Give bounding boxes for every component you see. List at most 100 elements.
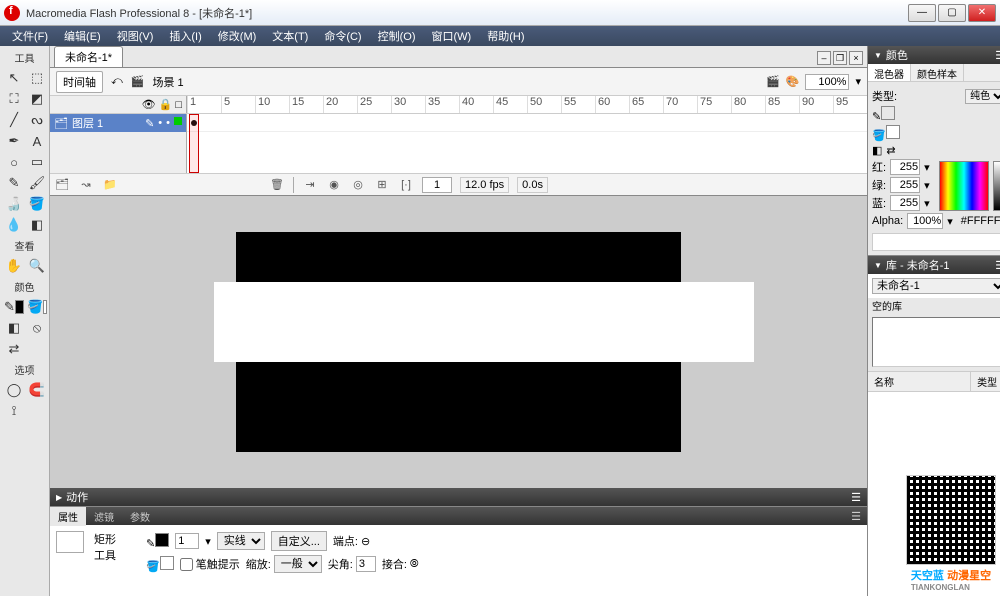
close-button[interactable]: ✕ bbox=[968, 4, 996, 22]
menu-text[interactable]: 文本(T) bbox=[264, 26, 316, 46]
menu-commands[interactable]: 命令(C) bbox=[316, 26, 369, 46]
paint-bucket-tool[interactable]: 🪣 bbox=[26, 194, 48, 214]
library-panel-header[interactable]: ▼库 - 未命名-1☰ bbox=[868, 256, 1000, 274]
menu-file[interactable]: 文件(F) bbox=[4, 26, 56, 46]
expand-icon[interactable]: ▶ bbox=[56, 493, 62, 502]
panel-options-icon[interactable]: ☰ bbox=[995, 259, 1000, 272]
alpha-input[interactable] bbox=[907, 213, 943, 229]
timeline-toggle-button[interactable]: 时间轴 bbox=[56, 71, 103, 93]
col-name[interactable]: 名称 bbox=[868, 372, 971, 391]
maximize-button[interactable]: ▢ bbox=[938, 4, 966, 22]
fill-swatch[interactable]: 🪣 bbox=[872, 125, 900, 142]
object-drawing-icon[interactable]: ◯ bbox=[3, 380, 25, 400]
hex-value[interactable]: #FFFFFF bbox=[961, 215, 1000, 227]
panel-options-icon[interactable]: ☰ bbox=[851, 491, 861, 504]
back-icon[interactable]: ⤺ bbox=[111, 75, 123, 88]
scene-name[interactable]: 场景 1 bbox=[152, 74, 183, 90]
stroke-hint-checkbox[interactable] bbox=[180, 558, 193, 571]
text-tool[interactable]: A bbox=[26, 131, 48, 151]
snap-icon[interactable]: 🧲 bbox=[26, 380, 48, 400]
tab-params[interactable]: 参数 bbox=[122, 507, 158, 526]
menu-modify[interactable]: 修改(M) bbox=[210, 26, 265, 46]
oval-tool[interactable]: ○ bbox=[3, 152, 25, 172]
blue-input[interactable] bbox=[890, 195, 920, 211]
tab-swatches[interactable]: 颜色样本 bbox=[911, 64, 964, 81]
stroke-swatch[interactable]: ✎ bbox=[872, 106, 895, 123]
black-white-icon[interactable]: ◧ bbox=[3, 318, 25, 338]
stage-area[interactable] bbox=[50, 196, 867, 488]
fill-color[interactable]: 🪣 bbox=[26, 297, 48, 317]
green-input[interactable] bbox=[890, 177, 920, 193]
edit-scene-icon[interactable]: 🎬 bbox=[766, 75, 780, 88]
menu-control[interactable]: 控制(O) bbox=[370, 26, 424, 46]
swap-icon[interactable]: ⇄ bbox=[886, 144, 895, 157]
new-motion-guide-icon[interactable]: ↝ bbox=[78, 177, 94, 193]
layer-row[interactable]: 🗂 图层 1 ✎•• bbox=[50, 114, 186, 132]
bw-icon[interactable]: ◧ bbox=[872, 144, 882, 157]
menu-edit[interactable]: 编辑(E) bbox=[56, 26, 109, 46]
stepper-icon[interactable]: ▾ bbox=[205, 535, 211, 548]
fill-type-select[interactable]: 纯色 bbox=[965, 89, 1000, 104]
swap-colors-icon[interactable]: ⇄ bbox=[3, 339, 25, 359]
rect-options-icon[interactable]: ⟟ bbox=[3, 401, 25, 421]
stroke-weight-input[interactable] bbox=[175, 533, 199, 549]
menu-help[interactable]: 帮助(H) bbox=[479, 26, 532, 46]
frame-ruler[interactable]: 15101520253035404550556065707580859095 bbox=[186, 96, 867, 113]
current-frame-input[interactable] bbox=[422, 177, 452, 193]
scale-select[interactable]: 一般 bbox=[274, 555, 322, 573]
fill-color-swatch[interactable]: 🪣 bbox=[146, 556, 174, 573]
color-panel-header[interactable]: ▼颜色☰ bbox=[868, 46, 1000, 64]
new-folder-icon[interactable]: 📁 bbox=[102, 177, 118, 193]
onion-outline-icon[interactable]: ◎ bbox=[350, 177, 366, 193]
brightness-slider[interactable] bbox=[993, 161, 1000, 211]
rectangle-shape[interactable] bbox=[214, 282, 754, 362]
actions-panel-header[interactable]: ▶ 动作 ☰ bbox=[50, 488, 867, 506]
playhead[interactable] bbox=[189, 114, 199, 173]
no-color-icon[interactable]: ⦸ bbox=[26, 318, 48, 338]
doc-close-icon[interactable]: × bbox=[849, 51, 863, 65]
menu-insert[interactable]: 插入(I) bbox=[161, 26, 209, 46]
pencil-tool[interactable]: ✎ bbox=[3, 173, 25, 193]
custom-stroke-button[interactable]: 自定义... bbox=[271, 531, 327, 551]
stroke-style-select[interactable]: 实线 bbox=[217, 532, 265, 550]
eraser-tool[interactable]: ◧ bbox=[26, 215, 48, 235]
red-input[interactable] bbox=[890, 159, 920, 175]
stroke-color-swatch[interactable]: ✎ bbox=[146, 533, 169, 550]
panel-options-icon[interactable]: ☰ bbox=[845, 510, 867, 523]
selection-tool[interactable]: ↖ bbox=[3, 68, 25, 88]
menu-view[interactable]: 视图(V) bbox=[109, 26, 162, 46]
pen-tool[interactable]: ✒ bbox=[3, 131, 25, 151]
hand-tool[interactable]: ✋ bbox=[3, 256, 25, 276]
lock-icon[interactable]: 🔒 bbox=[159, 98, 173, 111]
zoom-input[interactable] bbox=[805, 74, 849, 90]
library-doc-select[interactable]: 未命名-1 bbox=[872, 278, 1000, 294]
tab-filters[interactable]: 滤镜 bbox=[86, 507, 122, 526]
zoom-dropdown-icon[interactable]: ▾ bbox=[855, 75, 861, 88]
frames-area[interactable] bbox=[186, 114, 867, 173]
brush-tool[interactable]: 🖌 bbox=[26, 173, 48, 193]
onion-skin-icon[interactable]: ◉ bbox=[326, 177, 342, 193]
gradient-transform-tool[interactable]: ◩ bbox=[26, 89, 48, 109]
join-icon[interactable]: ⦾ bbox=[410, 558, 419, 571]
cap-icon[interactable]: ⊖ bbox=[361, 535, 370, 548]
rectangle-tool[interactable]: ▭ bbox=[26, 152, 48, 172]
outline-icon[interactable]: □ bbox=[175, 99, 182, 111]
miter-input[interactable] bbox=[356, 556, 376, 572]
doc-minimize-icon[interactable]: – bbox=[817, 51, 831, 65]
subselection-tool[interactable]: ⬚ bbox=[26, 68, 48, 88]
edit-symbol-icon[interactable]: 🎨 bbox=[786, 75, 800, 88]
eyedropper-tool[interactable]: 💧 bbox=[3, 215, 25, 235]
tab-properties[interactable]: 属性 bbox=[50, 507, 86, 526]
panel-options-icon[interactable]: ☰ bbox=[995, 49, 1000, 62]
new-layer-icon[interactable]: 🗂 bbox=[54, 177, 70, 193]
stroke-color[interactable]: ✎ bbox=[3, 297, 25, 317]
ink-bottle-tool[interactable]: 🍶 bbox=[3, 194, 25, 214]
color-picker[interactable] bbox=[939, 161, 989, 211]
stage[interactable] bbox=[236, 232, 681, 452]
doc-restore-icon[interactable]: ❐ bbox=[833, 51, 847, 65]
eye-icon[interactable]: 👁 bbox=[142, 98, 156, 111]
menu-window[interactable]: 窗口(W) bbox=[424, 26, 480, 46]
minimize-button[interactable]: — bbox=[908, 4, 936, 22]
zoom-tool[interactable]: 🔍 bbox=[26, 256, 48, 276]
lasso-tool[interactable]: ᔓ bbox=[26, 110, 48, 130]
